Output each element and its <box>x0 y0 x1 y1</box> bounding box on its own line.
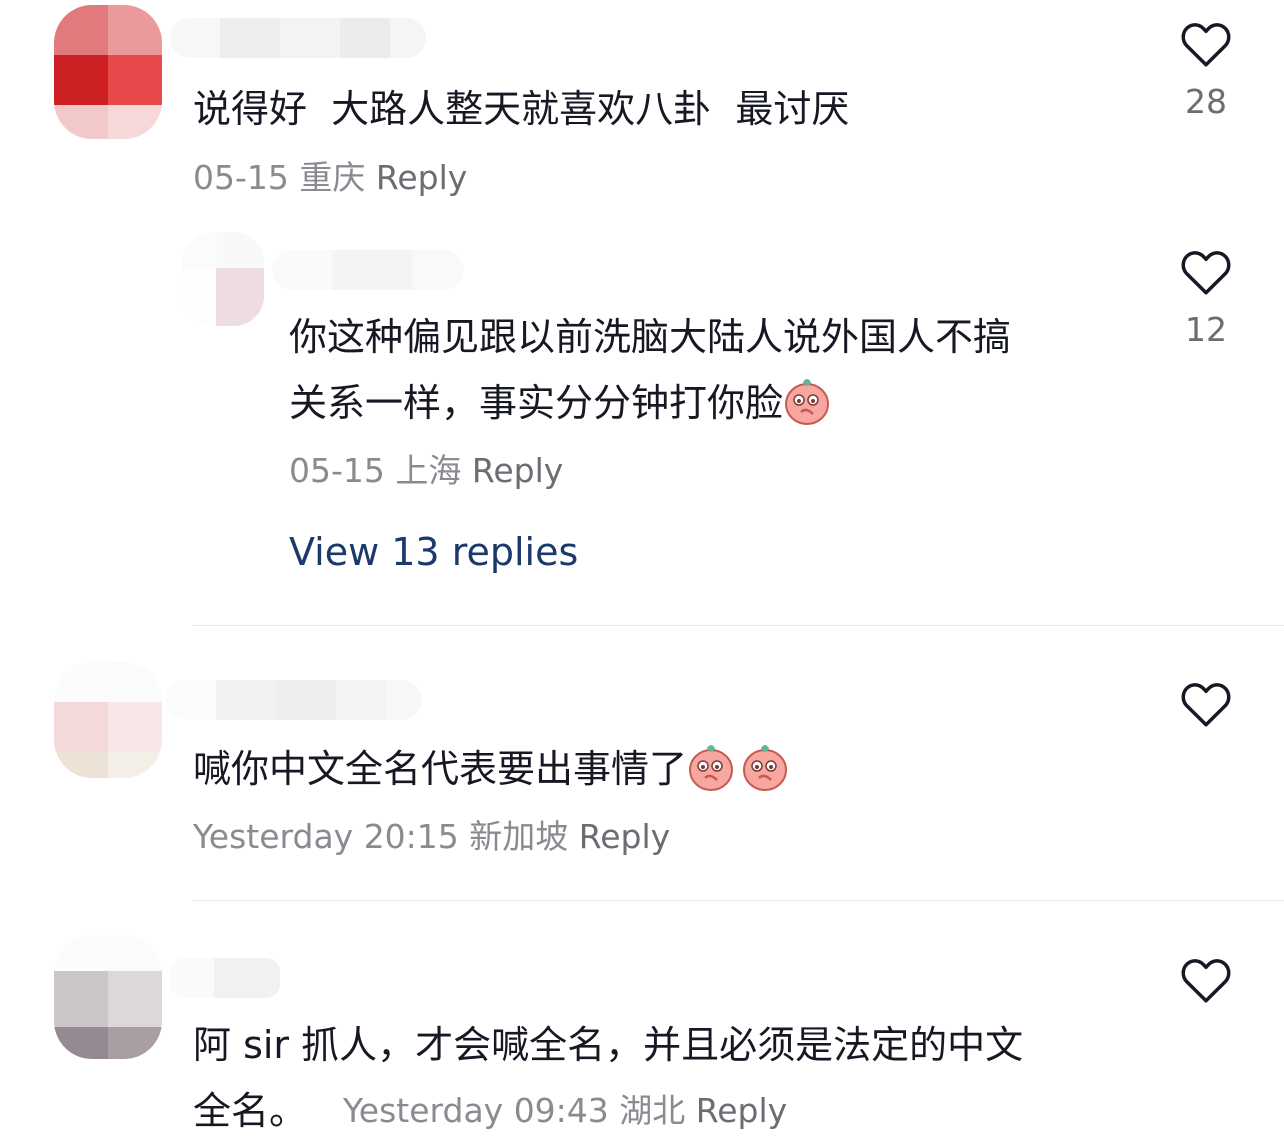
reply-button[interactable]: Reply <box>579 817 670 856</box>
comment-location: 重庆 <box>299 158 366 197</box>
comment-text-line: 你这种偏见跟以前洗脑大陆人说外国人不搞 <box>289 315 1012 359</box>
like-count: 12 <box>1185 310 1227 349</box>
username[interactable] <box>170 18 426 58</box>
comment-date: Yesterday 09:43 <box>343 1091 609 1130</box>
like-button[interactable] <box>1166 956 1246 1004</box>
divider <box>192 625 1284 626</box>
comment-text-line: 全名。 <box>193 1089 308 1133</box>
comment-text-line: 关系一样，事实分分钟打你脸 <box>289 370 831 436</box>
comment-location: 湖北 <box>619 1091 686 1130</box>
reply-button[interactable]: Reply <box>376 158 467 197</box>
comment-date: 05-15 <box>289 451 385 490</box>
like-button[interactable]: 12 <box>1166 248 1246 350</box>
username[interactable] <box>170 958 280 998</box>
comment-meta: Yesterday 09:43 湖北 Reply <box>343 1089 787 1133</box>
comment-location: 新加坡 <box>469 817 569 856</box>
like-count: 28 <box>1185 82 1227 121</box>
comment-date: 05-15 <box>193 158 289 197</box>
heart-outline-icon <box>1181 683 1231 727</box>
comment-location: 上海 <box>395 451 462 490</box>
heart-outline-icon <box>1181 23 1231 67</box>
avatar[interactable] <box>54 935 162 1059</box>
like-button[interactable] <box>1166 680 1246 728</box>
like-button[interactable]: 28 <box>1166 20 1246 122</box>
comment-date: Yesterday 20:15 <box>193 817 459 856</box>
shy-peach-emoji <box>689 745 734 791</box>
heart-outline-icon <box>1181 959 1231 1003</box>
avatar[interactable] <box>54 5 162 139</box>
reply-button[interactable]: Reply <box>696 1091 787 1130</box>
shy-peach-emoji <box>743 745 788 791</box>
comment-meta: 05-15 上海 Reply <box>289 449 563 493</box>
shy-peach-emoji <box>785 379 830 425</box>
heart-outline-icon <box>1181 251 1231 295</box>
divider <box>192 900 1284 901</box>
comment-text-line: 阿 sir 抓人，才会喊全名，并且必须是法定的中文 <box>193 1023 1024 1067</box>
view-replies-link[interactable]: View 13 replies <box>289 528 578 576</box>
reply-button[interactable]: Reply <box>472 451 563 490</box>
comment-text: 说得好 大路人整天就喜欢八卦 最讨厌 <box>193 87 850 131</box>
comment-meta: 05-15 重庆 Reply <box>193 156 467 200</box>
username[interactable] <box>272 250 464 290</box>
comment-meta: Yesterday 20:15 新加坡 Reply <box>193 815 670 859</box>
username[interactable] <box>166 680 422 720</box>
avatar[interactable] <box>54 662 162 778</box>
comment-text: 喊你中文全名代表要出事情了 <box>193 736 789 802</box>
avatar[interactable] <box>182 232 264 326</box>
